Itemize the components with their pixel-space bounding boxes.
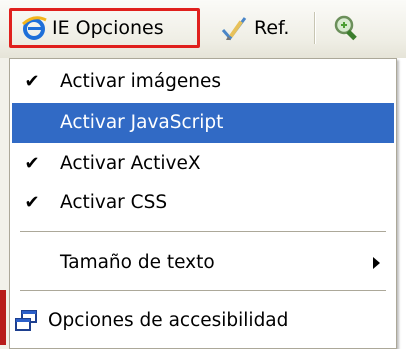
- ref-label: Ref.: [254, 17, 290, 39]
- windows-icon: [14, 309, 38, 333]
- ie-options-label: IE Opciones: [52, 17, 164, 39]
- checkmark-icon: ✔: [24, 153, 40, 174]
- zoom-button[interactable]: [326, 8, 376, 48]
- magnifier-icon: [332, 14, 360, 42]
- ie-logo-icon: [20, 14, 48, 42]
- pencil-checkmark-icon: [220, 14, 248, 42]
- menu-item-label: Opciones de accesibilidad: [48, 310, 289, 331]
- toolbar-separator: [314, 12, 316, 44]
- submenu-arrow-icon: [373, 257, 380, 269]
- checkmark-icon: ✔: [24, 192, 40, 213]
- menu-item-label: Tamaño de texto: [60, 252, 215, 273]
- menu-item-tamano-de-texto[interactable]: Tamaño de texto: [12, 243, 394, 283]
- menu-item-activar-javascript[interactable]: Activar JavaScript: [12, 103, 394, 143]
- ie-options-dropdown-menu: ✔ Activar imágenes Activar JavaScript ✔ …: [9, 58, 397, 349]
- menu-item-label: Activar imágenes: [60, 71, 222, 92]
- menu-item-activar-activex[interactable]: ✔ Activar ActiveX: [12, 144, 394, 184]
- background-red-mark: [0, 290, 6, 345]
- menu-item-activar-css[interactable]: ✔ Activar CSS: [12, 183, 394, 223]
- menu-separator: [20, 290, 386, 292]
- menu-separator: [20, 231, 386, 233]
- ie-options-button[interactable]: IE Opciones: [9, 8, 200, 48]
- background-page-edge: [0, 58, 9, 349]
- menu-item-activar-imagenes[interactable]: ✔ Activar imágenes: [12, 62, 394, 102]
- toolbar: IE Opciones Ref.: [0, 0, 406, 58]
- ref-button[interactable]: Ref.: [216, 8, 306, 48]
- menu-item-label: Activar ActiveX: [60, 153, 201, 174]
- menu-item-label: Activar JavaScript: [60, 112, 224, 133]
- menu-item-label: Activar CSS: [60, 192, 168, 213]
- menu-item-opciones-de-accesibilidad[interactable]: Opciones de accesibilidad: [12, 301, 394, 341]
- checkmark-icon: ✔: [24, 71, 40, 92]
